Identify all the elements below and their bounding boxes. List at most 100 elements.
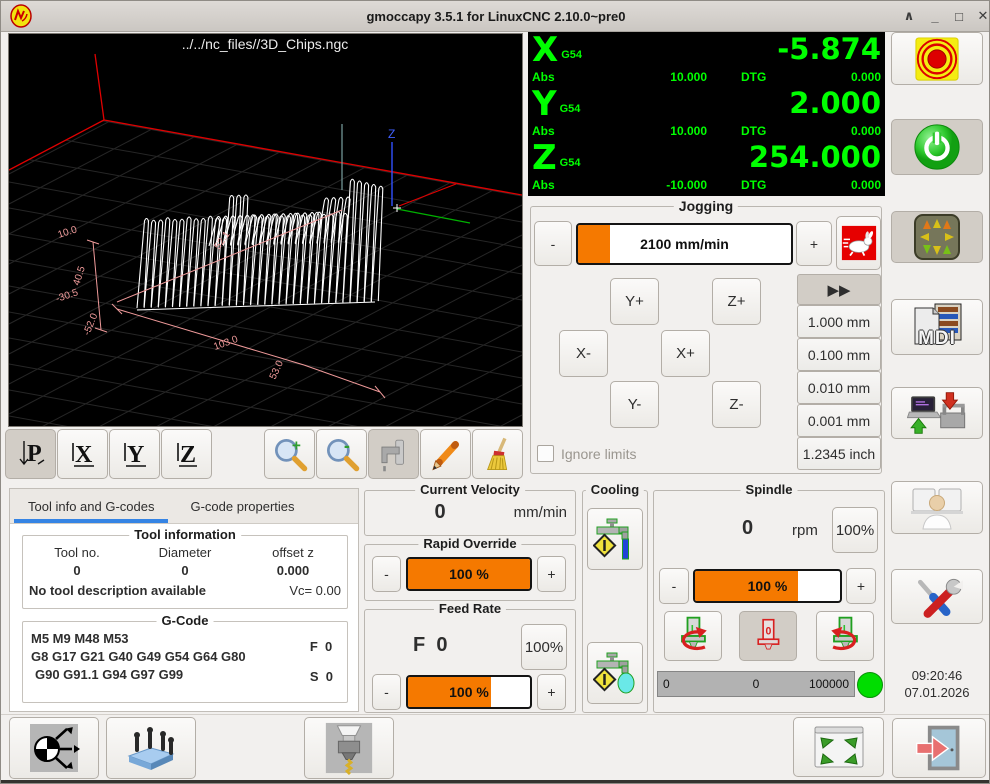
feed-plus-button[interactable]: + — [537, 674, 566, 710]
exit-button[interactable] — [892, 718, 986, 778]
vc-value: Vc= 0.00 — [289, 583, 341, 598]
toolpath — [137, 179, 383, 310]
axis-letter: Z — [532, 140, 557, 176]
jog-y-plus-button[interactable]: Y+ — [610, 278, 659, 325]
view-perspective-button[interactable]: P — [5, 429, 56, 479]
dtg-value: 0.000 — [766, 70, 881, 85]
dro-panel[interactable]: X G54 -5.874 Abs 10.000 DTG 0.000 Y G54 … — [528, 32, 885, 196]
tool-change-button[interactable] — [304, 717, 394, 779]
mist-coolant-button[interactable] — [587, 508, 643, 570]
fullscreen-toggle-button[interactable] — [793, 717, 884, 777]
diameter-value: 0 — [131, 563, 239, 578]
tab-gcode-properties[interactable]: G-code properties — [172, 489, 312, 523]
fullscreen-icon — [811, 724, 867, 770]
mdi-mode-button[interactable]: MDI — [891, 299, 983, 355]
jog-z-minus-button[interactable]: Z- — [712, 381, 761, 428]
feed-rate-title: Feed Rate — [434, 601, 506, 616]
spindle-reset-button[interactable]: 100% — [832, 507, 878, 553]
view-z-button[interactable]: Z — [161, 429, 212, 479]
dro-row-z[interactable]: Z G54 254.000 Abs -10.000 DTG 0.000 — [528, 140, 885, 194]
manual-mode-button[interactable] — [891, 211, 983, 263]
jog-increment-1mm[interactable]: 1.000 mm — [797, 305, 881, 338]
svg-text:Y: Y — [127, 442, 144, 468]
close-button[interactable]: ✕ — [971, 1, 990, 31]
svg-text:-30.5: -30.5 — [55, 287, 80, 305]
minimize-button[interactable]: _ — [923, 1, 947, 31]
jog-increment-inch[interactable]: 1.2345 inch — [797, 437, 881, 470]
user-tabs-button[interactable] — [891, 481, 983, 534]
shade-button[interactable]: ∧ — [897, 1, 921, 31]
touch-plate-button[interactable] — [106, 717, 196, 779]
jog-z-plus-button[interactable]: Z+ — [712, 278, 761, 325]
broom-icon — [479, 435, 517, 473]
spindle-override-slider[interactable]: 100 % — [693, 569, 842, 603]
jog-y-minus-button[interactable]: Y- — [610, 381, 659, 428]
rapid-override-slider[interactable]: 100 % — [406, 557, 532, 591]
settings-button[interactable] — [891, 569, 983, 624]
toggle-dimensions-button[interactable] — [368, 429, 419, 479]
feed-rate-slider[interactable]: 100 % — [406, 675, 532, 709]
checkbox-box[interactable] — [537, 445, 554, 462]
rapid-override-frame: Rapid Override - 100 % + — [364, 544, 576, 601]
jog-speed-plus-button[interactable]: + — [796, 221, 832, 266]
axis-letter: X — [532, 32, 558, 68]
jog-increment-001mm[interactable]: 0.010 mm — [797, 371, 881, 404]
offset-z-value: 0.000 — [239, 563, 347, 578]
tab-tool-info[interactable]: Tool info and G-codes — [10, 489, 172, 523]
emergency-stop-button[interactable] — [891, 32, 983, 85]
spindle-ccw-button[interactable]: I — [664, 611, 722, 661]
auto-mode-button[interactable] — [891, 387, 983, 439]
dro-row-x[interactable]: X G54 -5.874 Abs 10.000 DTG 0.000 — [528, 32, 885, 86]
bar-max: 100000 — [787, 677, 854, 691]
offset-z-header: offset z — [239, 545, 347, 560]
zoom-out-button[interactable]: - — [316, 429, 367, 479]
feed-minus-button[interactable]: - — [372, 674, 401, 710]
clear-plot-button[interactable] — [472, 429, 523, 479]
feed-value: 100 % — [408, 684, 530, 700]
spindle-value: 100 % — [695, 578, 840, 594]
jog-speed-slider[interactable]: 2100 mm/min — [576, 223, 793, 265]
mist-icon — [593, 513, 637, 565]
maximize-button[interactable]: □ — [947, 1, 971, 31]
rapid-value: 100 % — [408, 566, 530, 582]
view-x-icon: X — [66, 437, 100, 471]
spindle-stop-button[interactable]: 0 — [739, 611, 797, 661]
jog-increment-01mm[interactable]: 0.100 mm — [797, 338, 881, 371]
jog-x-minus-button[interactable]: X- — [559, 330, 608, 377]
turtle-rabbit-toggle-button[interactable] — [836, 216, 881, 270]
jog-increment-0001mm[interactable]: 0.001 mm — [797, 404, 881, 437]
spindle-minus-button[interactable]: - — [659, 568, 689, 604]
flood-coolant-button[interactable] — [587, 642, 643, 704]
zoom-in-button[interactable]: + — [264, 429, 315, 479]
spindle-at-speed-led — [857, 672, 883, 698]
dro-row-y[interactable]: Y G54 2.000 Abs 10.000 DTG 0.000 — [528, 86, 885, 140]
jogging-frame: Jogging - 2100 mm/min + Y+ Z+ X- X+ Y- Z… — [530, 206, 882, 474]
svg-text:-52.0: -52.0 — [82, 311, 101, 337]
edit-offsets-button[interactable] — [420, 429, 471, 479]
gcode-frame: G-Code M5 M9 M48 M53 G8 G17 G21 G40 G49 … — [22, 621, 348, 703]
s-label: S — [310, 669, 319, 684]
spindle-plus-button[interactable]: + — [846, 568, 876, 604]
tool-information-title: Tool information — [129, 527, 241, 542]
rapid-plus-button[interactable]: + — [537, 556, 566, 592]
spindle-title: Spindle — [741, 482, 798, 497]
view-y-button[interactable]: Y — [109, 429, 160, 479]
jog-increment-continuous[interactable]: ▶▶ — [797, 274, 881, 305]
view-x-button[interactable]: X — [57, 429, 108, 479]
clock: 09:20:46 07.01.2026 — [891, 667, 983, 701]
svg-text:53.0: 53.0 — [268, 359, 286, 382]
spindle-cw-button[interactable]: I — [816, 611, 874, 661]
machine-on-button[interactable] — [891, 119, 983, 175]
dtg-value: 0.000 — [766, 124, 881, 139]
ignore-limits-checkbox[interactable]: Ignore limits — [537, 445, 636, 462]
touch-off-button[interactable] — [9, 717, 99, 779]
jog-speed-minus-button[interactable]: - — [534, 221, 572, 266]
gremlin-3d-preview[interactable]: Z 10.0 40.5 -30.5 -52.0 52.1 103.0 — [8, 33, 523, 427]
diameter-header: Diameter — [131, 545, 239, 560]
bar-min: 0 — [658, 677, 725, 691]
jog-x-plus-button[interactable]: X+ — [661, 330, 710, 377]
dtg-value: 0.000 — [766, 178, 881, 193]
feed-reset-button[interactable]: 100% — [521, 624, 567, 670]
rapid-minus-button[interactable]: - — [372, 556, 401, 592]
rapid-override-title: Rapid Override — [418, 536, 521, 551]
